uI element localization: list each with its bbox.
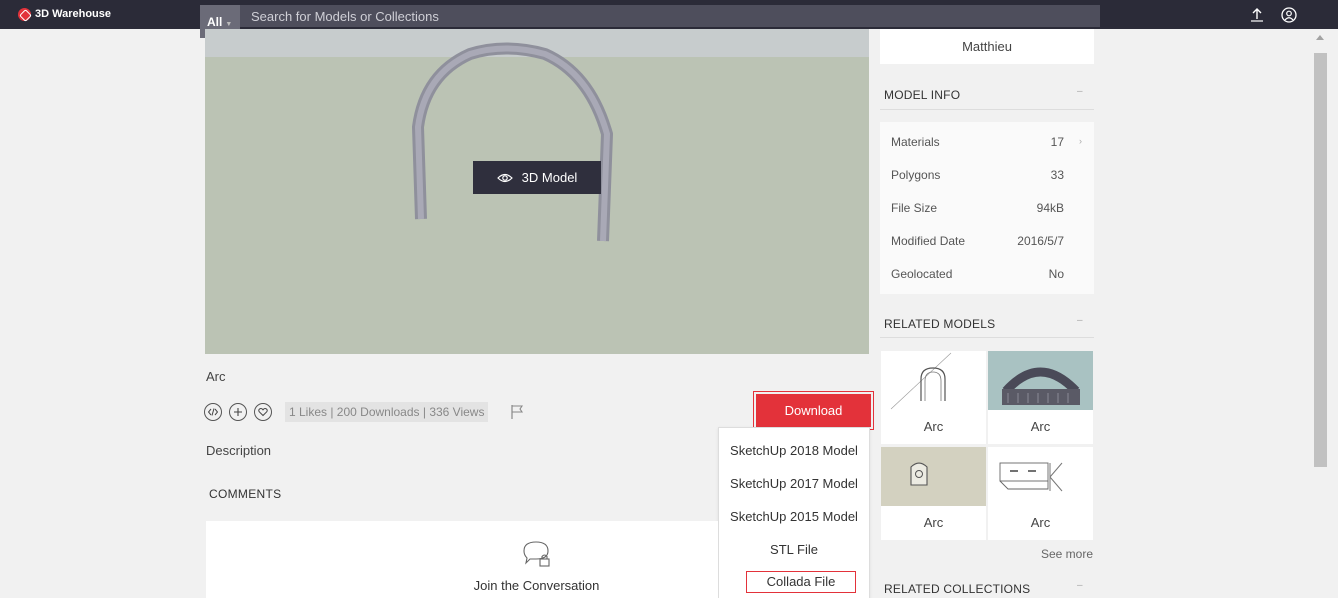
download-sketchup-2017[interactable]: SketchUp 2017 Model [719, 473, 869, 495]
top-navigation-bar: 3D Warehouse All ▼ [0, 0, 1338, 38]
info-value: 33 [1050, 168, 1064, 182]
info-value: 94kB [1036, 201, 1064, 215]
description-heading: Description [206, 443, 272, 458]
brand-logo[interactable]: 3D Warehouse [18, 6, 111, 22]
info-label: Geolocated [891, 267, 953, 281]
search-input[interactable] [240, 5, 1100, 27]
model-info-heading: MODEL INFO [884, 88, 961, 102]
like-heart-icon[interactable] [254, 403, 272, 421]
related-model-card[interactable]: Arc [881, 447, 986, 540]
report-flag-icon[interactable] [510, 404, 524, 420]
comments-heading: COMMENTS [209, 487, 282, 501]
model-title: Arc [206, 369, 226, 384]
page-scrollbar[interactable] [1312, 29, 1329, 598]
download-stl-file[interactable]: STL File [719, 539, 869, 561]
info-label: Materials [891, 135, 940, 149]
search-scope-label: All [207, 15, 223, 29]
scroll-up-arrow-icon[interactable] [1316, 35, 1324, 40]
download-format-menu: SketchUp 2018 Model SketchUp 2017 Model … [718, 427, 870, 598]
warehouse-logo-icon [18, 7, 31, 21]
locked-chat-icon [523, 541, 550, 567]
info-value: 2016/5/7 [1017, 234, 1064, 248]
divider [880, 337, 1094, 338]
info-label: Polygons [891, 168, 941, 182]
download-button-focus-ring: Download [753, 391, 874, 430]
model-info-table: Materials 17 › Polygons 33 File Size 94k… [880, 122, 1094, 294]
chevron-right-icon: › [1079, 136, 1082, 146]
comments-panel: Join the Conversation [206, 521, 718, 598]
info-label: Modified Date [891, 234, 966, 248]
info-row-geolocated: Geolocated No [880, 254, 1094, 287]
related-models-heading: RELATED MODELS [884, 317, 996, 331]
download-sketchup-2018[interactable]: SketchUp 2018 Model [719, 440, 869, 462]
view-3d-model-button[interactable]: 3D Model [473, 161, 601, 194]
collapse-related-models-icon[interactable]: – [1077, 315, 1083, 326]
download-sketchup-2015[interactable]: SketchUp 2015 Model [719, 506, 869, 528]
info-value: No [1048, 267, 1064, 281]
info-row-modified-date: Modified Date 2016/5/7 [880, 221, 1094, 254]
related-model-card[interactable]: Arc [881, 351, 986, 444]
see-more-link[interactable]: See more [1041, 547, 1093, 561]
related-model-title: Arc [923, 515, 944, 530]
info-row-polygons: Polygons 33 [880, 155, 1094, 188]
model-stats: 1 Likes | 200 Downloads | 336 Views [285, 402, 489, 422]
related-model-card[interactable]: Arc [988, 351, 1093, 444]
search-bar: All ▼ [200, 5, 1100, 38]
add-to-collection-icon[interactable] [229, 403, 247, 421]
collapse-model-info-icon[interactable]: – [1077, 86, 1083, 97]
related-model-thumbnail [988, 351, 1093, 410]
divider [880, 109, 1094, 110]
join-conversation-link[interactable]: Join the Conversation [206, 578, 867, 593]
embed-code-icon[interactable] [204, 403, 222, 421]
author-name[interactable]: Matthieu [962, 39, 1012, 54]
scrollbar-thumb[interactable] [1314, 53, 1327, 467]
user-account-icon[interactable] [1281, 7, 1297, 23]
model-actions [204, 402, 279, 422]
related-collections-heading: RELATED COLLECTIONS [884, 582, 1031, 596]
model-preview[interactable]: 3D Model [205, 29, 869, 354]
brand-name: 3D Warehouse [35, 8, 112, 20]
view-3d-model-label: 3D Model [521, 170, 578, 185]
info-value: 17 [1050, 135, 1064, 149]
related-model-thumbnail [988, 447, 1093, 506]
download-button[interactable]: Download [756, 394, 871, 427]
related-model-title: Arc [1030, 419, 1051, 434]
chevron-down-icon: ▼ [225, 21, 233, 28]
collapse-related-collections-icon[interactable]: – [1077, 580, 1083, 591]
info-row-materials[interactable]: Materials 17 › [880, 122, 1094, 155]
related-model-thumbnail [881, 351, 986, 410]
info-label: File Size [891, 201, 938, 215]
eye-icon [496, 173, 513, 182]
author-card: Matthieu [880, 29, 1094, 64]
related-model-title: Arc [923, 419, 944, 434]
info-row-file-size: File Size 94kB [880, 188, 1094, 221]
related-model-title: Arc [1030, 515, 1051, 530]
related-model-thumbnail [881, 447, 986, 506]
upload-icon[interactable] [1249, 7, 1265, 23]
related-model-card[interactable]: Arc [988, 447, 1093, 540]
